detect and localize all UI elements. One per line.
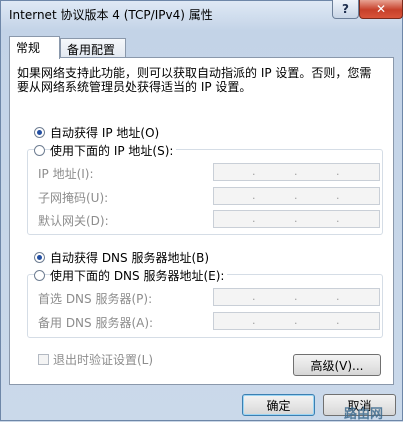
title-bar[interactable]: Internet 协议版本 4 (TCP/IPv4) 属性 ? ✕ xyxy=(1,0,403,29)
radio-manual-ip-label: 使用下面的 IP 地址(S): xyxy=(50,141,177,159)
radio-indicator xyxy=(34,269,45,281)
radio-auto-ip[interactable]: 自动获得 IP 地址(O) xyxy=(34,124,159,140)
close-icon: ✕ xyxy=(375,2,387,16)
ip-address-label: IP 地址(I): xyxy=(38,167,94,181)
radio-auto-dns-label: 自动获得 DNS 服务器地址(B) xyxy=(50,250,210,265)
radio-manual-dns[interactable]: 使用下面的 DNS 服务器地址(E): xyxy=(34,266,228,284)
tab-alternate-configuration[interactable]: 备用配置 xyxy=(60,38,126,57)
description-text: 如果网络支持此功能，则可以获取自动指派的 IP 设置。否则，您需要从网络系统管理… xyxy=(17,66,372,94)
radio-indicator xyxy=(34,144,45,156)
radio-indicator xyxy=(34,126,45,138)
radio-manual-ip[interactable]: 使用下面的 IP 地址(S): xyxy=(34,141,177,159)
ok-button[interactable]: 确定 xyxy=(242,394,315,416)
validate-on-exit-label: 退出时验证设置(L) xyxy=(53,352,154,367)
subnet-mask-input[interactable]: ... xyxy=(213,187,380,205)
subnet-mask-label: 子网掩码(U): xyxy=(38,191,109,205)
help-button[interactable]: ? xyxy=(332,0,359,19)
preferred-dns-label: 首选 DNS 服务器(P): xyxy=(38,292,153,306)
ip-address-input[interactable]: ... xyxy=(213,163,380,181)
tab-general[interactable]: 常规 xyxy=(9,36,60,59)
radio-indicator xyxy=(34,251,45,263)
preferred-dns-input[interactable]: ... xyxy=(213,288,380,306)
validate-on-exit-checkbox[interactable]: 退出时验证设置(L) xyxy=(38,351,153,367)
radio-auto-ip-label: 自动获得 IP 地址(O) xyxy=(50,125,160,140)
tcpipv4-properties-dialog: Internet 协议版本 4 (TCP/IPv4) 属性 ? ✕ 常规 备用配… xyxy=(0,0,403,422)
advanced-button[interactable]: 高级(V)... xyxy=(293,354,381,376)
window-title: Internet 协议版本 4 (TCP/IPv4) 属性 xyxy=(9,8,213,22)
checkbox-indicator xyxy=(38,353,49,365)
close-button[interactable]: ✕ xyxy=(359,0,403,19)
radio-manual-dns-label: 使用下面的 DNS 服务器地址(E): xyxy=(50,266,228,284)
watermark-text: 路由网 xyxy=(344,407,384,422)
alternate-dns-label: 备用 DNS 服务器(A): xyxy=(38,316,154,330)
default-gateway-input[interactable]: ... xyxy=(213,210,380,228)
radio-auto-dns[interactable]: 自动获得 DNS 服务器地址(B) xyxy=(34,249,209,265)
default-gateway-label: 默认网关(D): xyxy=(38,214,109,228)
alternate-dns-input[interactable]: ... xyxy=(213,312,380,330)
question-mark-icon: ? xyxy=(342,2,349,16)
